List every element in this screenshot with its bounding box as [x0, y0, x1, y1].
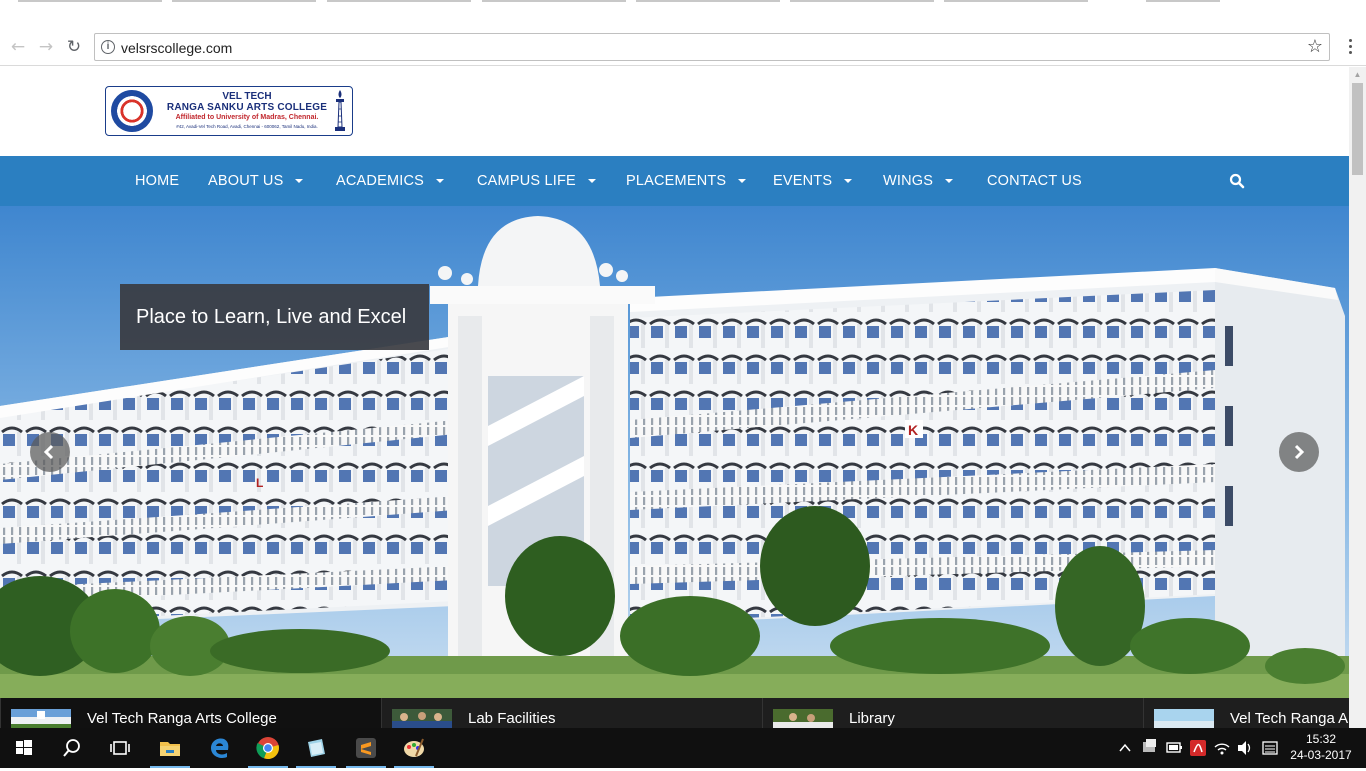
- hero-slider[interactable]: K L Place to Learn, Live and Excel: [0, 206, 1349, 698]
- back-arrow-icon[interactable]: ←: [7, 36, 29, 58]
- clock-date: 24-03-2017: [1290, 748, 1352, 762]
- lamp-icon: [335, 90, 345, 131]
- thumbnail-item[interactable]: Library: [762, 698, 1143, 728]
- nav-item-contact-us[interactable]: CONTACT US: [987, 156, 1082, 206]
- chevron-right-icon: [1294, 444, 1305, 460]
- scroll-up-arrow-icon[interactable]: ▲: [1349, 69, 1366, 81]
- campus-building-photo: K L: [0, 206, 1349, 698]
- thumbnail-image: [392, 709, 452, 728]
- url-text[interactable]: velsrscollege.com: [121, 40, 232, 56]
- search-icon[interactable]: [1229, 173, 1245, 189]
- task-view-icon[interactable]: [96, 728, 144, 768]
- tab[interactable]: [18, 0, 162, 2]
- svg-text:K: K: [908, 422, 918, 438]
- tab[interactable]: [482, 0, 626, 2]
- app-icon[interactable]: [292, 728, 340, 768]
- search-icon[interactable]: [48, 728, 96, 768]
- web-page: VEL TECH RANGA SANKU ARTS COLLEGE Affili…: [0, 67, 1349, 728]
- college-seal-icon: [111, 90, 153, 132]
- thumbnail-label: Lab Facilities: [468, 710, 556, 727]
- tab[interactable]: [944, 0, 1088, 2]
- tab[interactable]: [636, 0, 780, 2]
- thumbnail-image: [773, 709, 833, 728]
- caret-down-icon: [436, 179, 445, 184]
- windows-start-icon[interactable]: [0, 728, 48, 768]
- system-clock[interactable]: 15:32 24-03-2017: [1286, 731, 1356, 763]
- chevron-left-icon: [43, 444, 54, 460]
- nav-item-academics[interactable]: ACADEMICS: [336, 156, 445, 206]
- battery-icon[interactable]: [1164, 728, 1184, 768]
- tray-app-icon[interactable]: [1140, 728, 1160, 768]
- logo-title: VEL TECH: [222, 91, 272, 102]
- svg-text:L: L: [256, 476, 263, 490]
- slider-next-button[interactable]: [1279, 432, 1319, 472]
- reload-icon[interactable]: ↻: [63, 36, 85, 58]
- slide-caption: Place to Learn, Live and Excel: [120, 284, 429, 350]
- wifi-icon[interactable]: [1212, 728, 1232, 768]
- file-explorer-icon[interactable]: [146, 728, 194, 768]
- slide-thumbnails: Vel Tech Ranga Arts College Lab Faciliti…: [0, 698, 1349, 728]
- paint-icon[interactable]: [390, 728, 438, 768]
- caret-down-icon: [587, 179, 596, 184]
- windows-taskbar: 15:32 24-03-2017: [0, 728, 1366, 768]
- caret-down-icon: [738, 179, 747, 184]
- browser-menu-icon[interactable]: [1344, 36, 1356, 58]
- forward-arrow-icon[interactable]: →: [35, 36, 57, 58]
- logo-college-name: RANGA SANKU ARTS COLLEGE: [166, 102, 328, 113]
- slider-prev-button[interactable]: [30, 432, 70, 472]
- nav-item-wings[interactable]: WINGS: [883, 156, 954, 206]
- chrome-icon[interactable]: [244, 728, 292, 768]
- address-bar[interactable]: i velsrscollege.com ☆: [94, 33, 1330, 61]
- thumbnail-item[interactable]: Vel Tech Ranga A: [1143, 698, 1349, 728]
- caret-down-icon: [295, 179, 304, 184]
- thumbnail-label: Library: [849, 710, 895, 727]
- acrobat-icon[interactable]: [1188, 728, 1208, 768]
- caret-down-icon: [945, 179, 954, 184]
- thumbnail-label: Vel Tech Ranga Arts College: [87, 710, 277, 727]
- tab[interactable]: [1146, 0, 1220, 2]
- nav-item-events[interactable]: EVENTS: [773, 156, 853, 206]
- nav-item-home[interactable]: HOME: [135, 156, 179, 206]
- thumbnail-image: [11, 709, 71, 728]
- caret-down-icon: [844, 179, 853, 184]
- page-scrollbar[interactable]: ▲: [1349, 67, 1366, 728]
- nav-item-about-us[interactable]: ABOUT US: [208, 156, 304, 206]
- nav-item-placements[interactable]: PLACEMENTS: [626, 156, 747, 206]
- sublime-text-icon[interactable]: [342, 728, 390, 768]
- tab[interactable]: [327, 0, 471, 2]
- info-icon[interactable]: i: [101, 40, 115, 54]
- thumbnail-item[interactable]: Lab Facilities: [381, 698, 762, 728]
- tab[interactable]: [790, 0, 934, 2]
- tab[interactable]: [172, 0, 316, 2]
- scrollbar-thumb[interactable]: [1352, 83, 1363, 175]
- main-navigation: HOME ABOUT US ACADEMICS CAMPUS LIFE PLAC…: [0, 156, 1349, 206]
- star-icon[interactable]: ☆: [1307, 36, 1323, 57]
- keyboard-icon[interactable]: [1260, 728, 1280, 768]
- tab-strip: [0, 0, 1366, 30]
- edge-icon[interactable]: [196, 728, 244, 768]
- nav-item-campus-life[interactable]: CAMPUS LIFE: [477, 156, 596, 206]
- thumbnail-image: [1154, 709, 1214, 728]
- logo-address: #42, Avadi-Vel Tech Road, Avadi, Chennai…: [176, 124, 318, 129]
- browser-toolbar: ← → ↻ i velsrscollege.com ☆: [0, 30, 1366, 66]
- college-logo[interactable]: VEL TECH RANGA SANKU ARTS COLLEGE Affili…: [105, 86, 353, 136]
- volume-icon[interactable]: [1235, 728, 1255, 768]
- thumbnail-label: Vel Tech Ranga A: [1230, 710, 1349, 727]
- logo-affiliation: Affiliated to University of Madras, Chen…: [175, 114, 319, 121]
- chevron-up-icon[interactable]: [1118, 728, 1132, 768]
- thumbnail-item[interactable]: Vel Tech Ranga Arts College: [0, 698, 381, 728]
- clock-time: 15:32: [1305, 732, 1337, 746]
